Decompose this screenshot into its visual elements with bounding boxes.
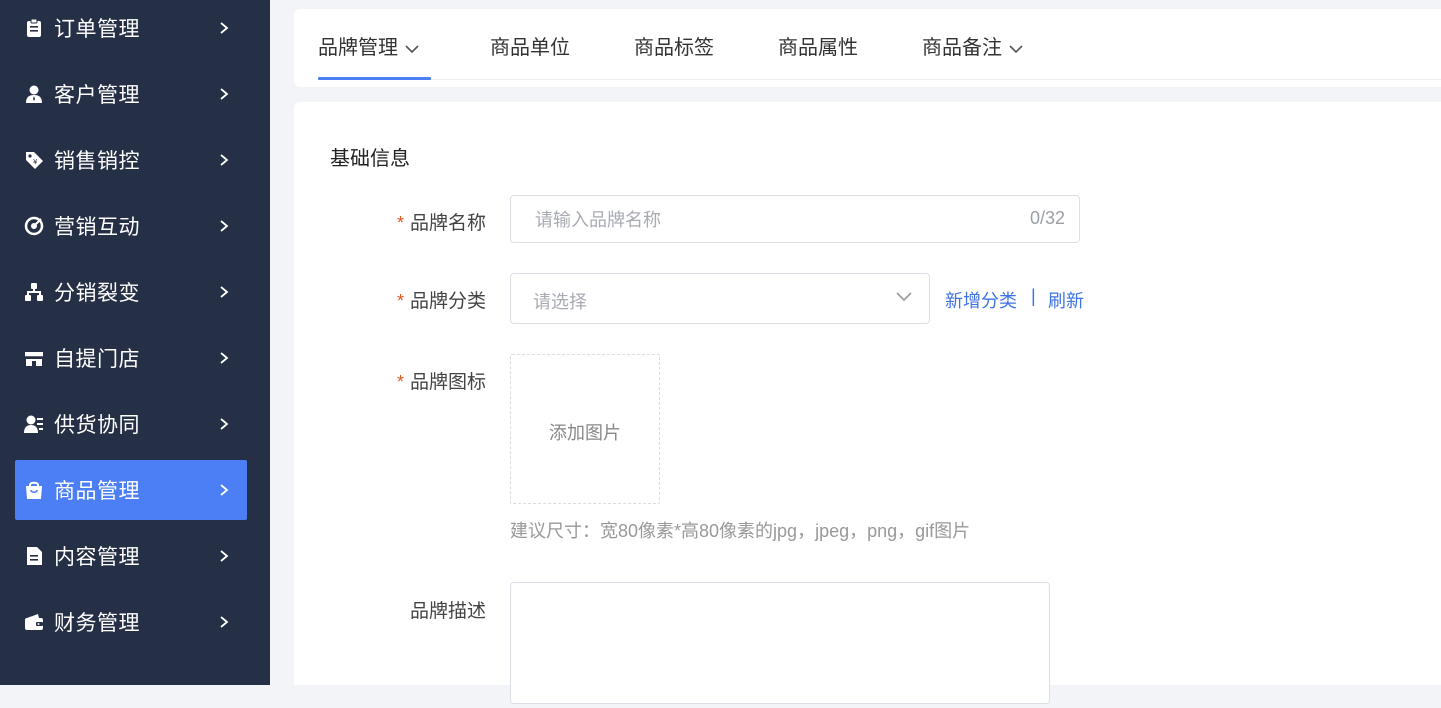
select-placeholder: 请选择 <box>533 292 587 312</box>
hierarchy-icon <box>24 282 44 302</box>
price-tag-icon: ¥ <box>24 150 44 170</box>
brand-desc-field-wrapper <box>510 582 1050 704</box>
chevron-down-icon <box>896 292 912 302</box>
tab-label: 商品备注 <box>922 37 1002 59</box>
sidebar-item-label: 客户管理 <box>54 84 140 107</box>
store-icon <box>24 348 44 368</box>
chevron-down-icon <box>1009 45 1023 53</box>
brand-form-panel: 基础信息 *品牌名称 0/32 *品牌分类 请选择 新增分类 | 刷新 *品牌图… <box>294 102 1441 704</box>
brand-category-select[interactable]: 请选择 <box>510 273 930 324</box>
chevron-right-icon <box>220 154 229 166</box>
sidebar-item-products[interactable]: 商品管理 <box>15 460 247 520</box>
clipboard-icon <box>24 18 44 38</box>
shopping-bag-icon <box>24 480 44 500</box>
upload-hint: 建议尺寸：宽80像素*高80像素的jpg，jpeg，png，gif图片 <box>510 521 971 541</box>
brand-name-field-wrapper: 0/32 <box>510 195 1080 244</box>
brand-name-label: * 品牌名称 <box>397 208 486 235</box>
tab-brand-management[interactable]: 品牌管理 <box>318 31 420 61</box>
sidebar-item-label: 订单管理 <box>54 18 140 41</box>
chevron-right-icon <box>220 22 229 34</box>
section-title: 基础信息 <box>330 148 410 170</box>
chevron-down-icon <box>405 45 419 53</box>
chevron-right-icon <box>220 220 229 232</box>
chevron-right-icon <box>220 286 229 298</box>
sidebar-item-distribution[interactable]: 分销裂变 <box>15 262 247 322</box>
tab-label: 商品标签 <box>634 37 714 59</box>
brand-name-input[interactable] <box>533 196 977 244</box>
brand-name-label-text: 品牌名称 <box>409 213 486 234</box>
sidebar-item-sales-control[interactable]: ¥ 销售销控 <box>15 130 247 190</box>
sidebar-item-pickup-store[interactable]: 自提门店 <box>15 328 247 388</box>
required-mark: * <box>396 213 404 233</box>
char-counter: 0/32 <box>1029 208 1065 228</box>
sidebar-item-label: 财务管理 <box>54 612 140 635</box>
supplier-icon <box>24 414 44 434</box>
tab-bar: 品牌管理 商品单位 商品标签 商品属性 商品备注 <box>294 9 1441 87</box>
sidebar-item-customers[interactable]: 客户管理 <box>15 64 247 124</box>
chevron-right-icon <box>220 616 229 628</box>
brand-category-label-text: 品牌分类 <box>409 291 486 312</box>
sidebar: 订单管理 客户管理 ¥ 销售销控 营销互动 分销裂变 自提门店 供货协同 商品管… <box>0 0 270 685</box>
document-icon <box>24 546 44 566</box>
user-icon <box>24 84 44 104</box>
sidebar-item-supply[interactable]: 供货协同 <box>15 394 247 454</box>
tab-label: 品牌管理 <box>318 37 398 59</box>
wallet-icon <box>24 612 44 632</box>
chevron-right-icon <box>220 418 229 430</box>
refresh-link[interactable]: 刷新 <box>1048 287 1084 313</box>
sidebar-item-label: 销售销控 <box>54 150 140 173</box>
tab-label: 商品属性 <box>778 37 858 59</box>
chevron-right-icon <box>220 352 229 364</box>
tab-product-note[interactable]: 商品备注 <box>922 31 1024 61</box>
sidebar-item-label: 自提门店 <box>54 348 140 371</box>
tab-divider <box>318 79 1441 80</box>
brand-icon-upload[interactable]: 添加图片 <box>510 354 660 504</box>
sidebar-item-marketing[interactable]: 营销互动 <box>15 196 247 256</box>
brand-desc-label: 品牌描述 <box>409 601 486 622</box>
brand-desc-textarea[interactable] <box>511 583 1049 703</box>
brand-icon-label-text: 品牌图标 <box>409 372 486 393</box>
tab-product-tag[interactable]: 商品标签 <box>634 31 714 61</box>
upload-text: 添加图片 <box>549 423 621 443</box>
tab-label: 商品单位 <box>490 37 570 59</box>
required-mark: * <box>396 291 404 311</box>
target-icon <box>24 216 44 236</box>
sidebar-item-label: 供货协同 <box>54 414 140 437</box>
chevron-right-icon <box>220 550 229 562</box>
sidebar-item-finance[interactable]: 财务管理 <box>15 592 247 652</box>
sidebar-item-label: 分销裂变 <box>54 282 140 305</box>
required-mark: * <box>396 372 404 392</box>
tab-product-attribute[interactable]: 商品属性 <box>778 31 858 61</box>
brand-icon-label: * 品牌图标 <box>397 367 486 394</box>
svg-text:¥: ¥ <box>33 158 38 166</box>
sidebar-item-label: 内容管理 <box>54 546 140 569</box>
sidebar-item-label: 营销互动 <box>54 216 140 239</box>
sidebar-item-label: 商品管理 <box>54 480 140 503</box>
chevron-right-icon <box>220 88 229 100</box>
link-separator: | <box>1031 286 1036 306</box>
add-category-link[interactable]: 新增分类 <box>945 287 1017 313</box>
chevron-right-icon <box>220 484 229 496</box>
sidebar-item-content[interactable]: 内容管理 <box>15 526 247 586</box>
brand-category-label: * 品牌分类 <box>397 286 486 313</box>
tab-product-unit[interactable]: 商品单位 <box>490 31 570 61</box>
sidebar-item-orders[interactable]: 订单管理 <box>15 0 247 58</box>
tab-active-indicator <box>318 77 431 80</box>
